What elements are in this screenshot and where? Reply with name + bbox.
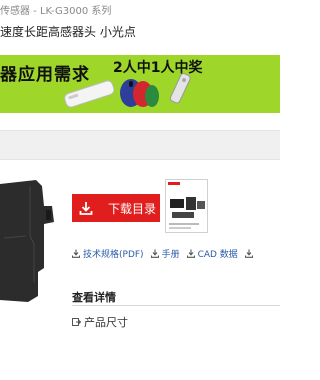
power-bank-image [64,80,115,108]
download-icon [72,194,100,222]
product-image[interactable] [0,178,62,304]
spec-pdf-link-label: 技术规格(PDF) [83,250,144,260]
more-download-link[interactable] [244,249,256,258]
catalog-thumbnail[interactable] [165,179,208,233]
details-heading: 查看详情 [72,291,116,304]
section-divider-bar [0,130,280,160]
mouse-image [120,79,159,107]
resource-links: 技术规格(PDF) 手册 CAD 数据 [72,247,263,261]
details-divider [72,305,280,306]
manual-link-label: 手册 [161,250,180,260]
page-subtitle: 速度长距高感器头 小光点 [0,25,136,39]
manual-link[interactable]: 手册 [150,247,180,260]
spec-pdf-link[interactable]: 技术规格(PDF) [72,247,144,260]
product-dimensions-link[interactable]: 产品尺寸 [72,314,128,330]
usb-drive-image [169,73,191,104]
download-catalog-label: 下载目录 [108,201,157,216]
promo-banner[interactable]: 器应用需求 2人中1人中奖 [0,55,280,113]
download-icon [150,249,159,258]
download-icon [186,249,195,258]
cad-data-link-label: CAD 数据 [197,250,238,260]
download-icon [72,249,80,258]
product-dimensions-label: 产品尺寸 [84,316,128,329]
download-catalog-button[interactable]: 下载目录 [72,194,160,222]
download-icon [244,249,253,258]
breadcrumb[interactable]: 传感器 - LK-G3000 系列 [0,2,111,17]
cad-data-link[interactable]: CAD 数据 [186,247,238,260]
external-link-icon [72,317,81,326]
